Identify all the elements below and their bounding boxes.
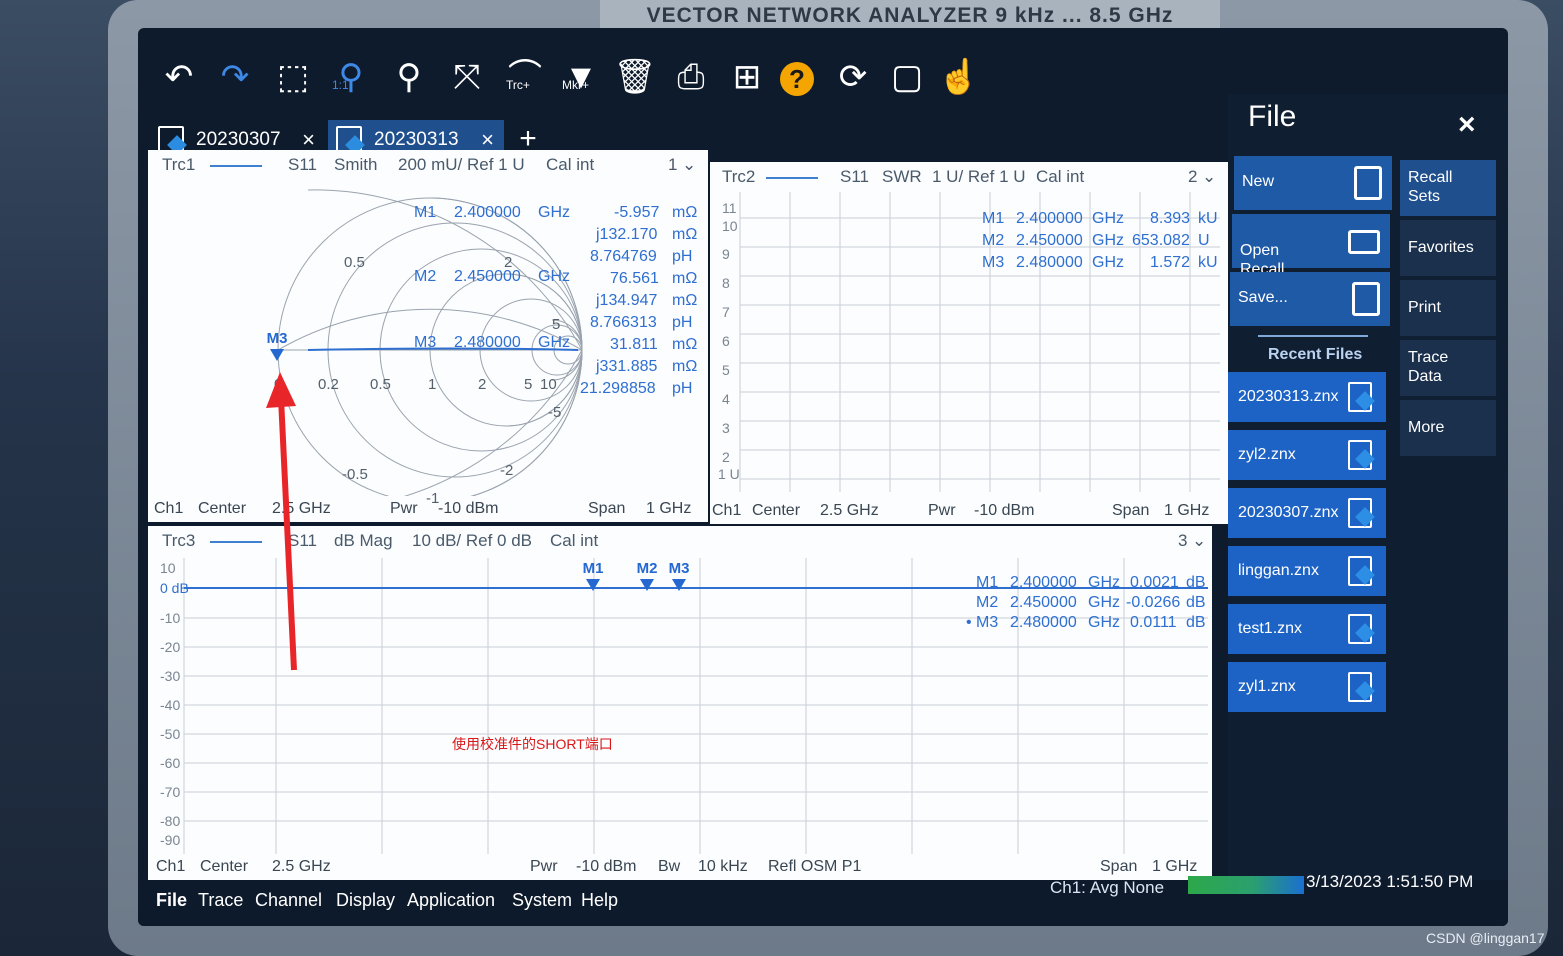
- status-average: Ch1: Avg None: [1050, 878, 1165, 897]
- recent-file-name: linggan.znx: [1238, 562, 1319, 579]
- new-file-icon: [1354, 166, 1382, 200]
- save-label: Save...: [1238, 289, 1288, 306]
- menu-system[interactable]: System: [512, 890, 572, 911]
- open-recall-button[interactable]: Open Recall...: [1232, 214, 1390, 278]
- document-icon: [1348, 556, 1372, 586]
- recent-file-name: 20230313.znx: [1238, 388, 1339, 405]
- recent-file-name: zyl1.znx: [1238, 678, 1296, 695]
- document-icon: [1348, 498, 1372, 528]
- recent-file-item[interactable]: zyl2.znx: [1228, 430, 1386, 480]
- menu-application[interactable]: Application: [407, 890, 495, 911]
- more-button[interactable]: More: [1400, 400, 1496, 456]
- new-label: New: [1242, 173, 1275, 190]
- document-icon: [1348, 440, 1372, 470]
- favorites-button[interactable]: Favorites: [1400, 220, 1496, 276]
- file-panel: File × New Open Recall... Save... Recent…: [1228, 94, 1508, 924]
- save-button[interactable]: Save...: [1230, 272, 1390, 326]
- folder-icon: [1348, 230, 1380, 254]
- menu-display[interactable]: Display: [336, 890, 395, 911]
- document-icon: [1348, 672, 1372, 702]
- recent-files-header: Recent Files: [1268, 346, 1363, 363]
- document-icon: [1348, 614, 1372, 644]
- recent-file-name: 20230307.znx: [1238, 504, 1339, 521]
- recent-file-item[interactable]: 20230313.znx: [1228, 372, 1386, 422]
- menu-trace[interactable]: Trace: [198, 890, 243, 911]
- status-datetime: 3/13/2023 1:51:50 PM: [1306, 872, 1474, 891]
- save-icon: [1352, 282, 1380, 316]
- print-button[interactable]: Print: [1400, 280, 1496, 336]
- trace-data-button[interactable]: Trace Data: [1400, 340, 1496, 396]
- recent-file-name: test1.znx: [1238, 620, 1303, 637]
- menu-file[interactable]: File: [156, 890, 187, 911]
- recent-file-item[interactable]: linggan.znx: [1228, 546, 1386, 596]
- close-icon[interactable]: ×: [1458, 108, 1476, 142]
- menu-channel[interactable]: Channel: [255, 890, 322, 911]
- new-button[interactable]: New: [1234, 156, 1392, 210]
- vna-screen: ↶ ↷ ⬚ ⚲ 1:1 ⚲ ⤧ ⌒ Trc+ ▼ Mkr+ 🗑 ⎙ ⊞ ? ⟳ ▢ ☝…: [138, 28, 1508, 926]
- recent-file-item[interactable]: test1.znx: [1228, 604, 1386, 654]
- recent-file-item[interactable]: 20230307.znx: [1228, 488, 1386, 538]
- document-icon: [1348, 382, 1372, 412]
- menu-help[interactable]: Help: [581, 890, 618, 911]
- divider: [1258, 335, 1368, 337]
- recall-sets-button[interactable]: Recall Sets: [1400, 160, 1496, 216]
- recent-file-name: zyl2.znx: [1238, 446, 1296, 463]
- watermark: CSDN @linggan17: [1426, 930, 1545, 946]
- recent-file-item[interactable]: zyl1.znx: [1228, 662, 1386, 712]
- status-indicator-bar: [1188, 876, 1304, 894]
- panel-title: File: [1248, 100, 1297, 133]
